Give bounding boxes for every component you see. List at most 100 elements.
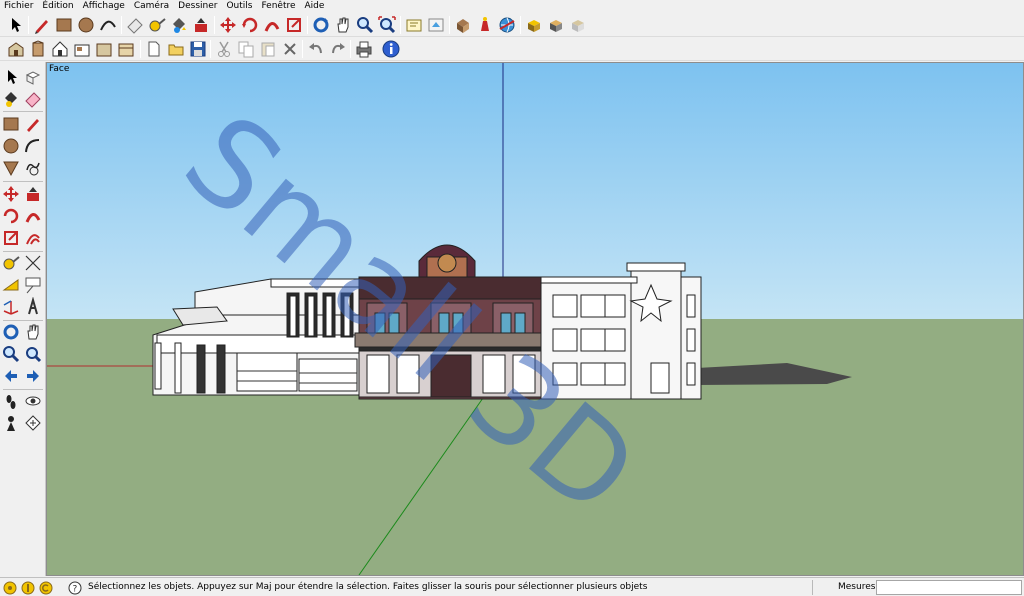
eraser-tool-button[interactable] (125, 15, 145, 35)
measures-input[interactable] (876, 580, 1022, 595)
delete-button[interactable] (280, 39, 300, 59)
zoom-extents-button[interactable] (377, 15, 397, 35)
rectangle-tool-button[interactable] (54, 15, 74, 35)
left-orbit-button[interactable] (1, 322, 21, 342)
print-button[interactable] (354, 39, 374, 59)
iso-view-button[interactable] (6, 39, 26, 59)
move-tool-button[interactable] (218, 15, 238, 35)
next-icon (27, 370, 39, 382)
tape-measure-button[interactable] (147, 15, 167, 35)
menu-edition[interactable]: Édition (42, 0, 73, 13)
scale-tool-button[interactable] (284, 15, 304, 35)
open-button[interactable] (166, 39, 186, 59)
undo-button[interactable] (306, 39, 326, 59)
left-scale-button[interactable] (1, 228, 21, 248)
place-model-button[interactable] (497, 15, 517, 35)
back-view-icon (96, 43, 112, 57)
share-model-button[interactable] (475, 15, 495, 35)
left-freehand-button[interactable] (23, 158, 43, 178)
new-button[interactable] (144, 39, 164, 59)
paint-bucket-button[interactable] (169, 15, 189, 35)
materials-button[interactable] (568, 15, 588, 35)
menu-dessiner[interactable]: Dessiner (178, 0, 217, 13)
help-icon[interactable]: ? (68, 581, 82, 595)
get-models-button[interactable] (453, 15, 473, 35)
left-lookaround-button[interactable] (23, 391, 43, 411)
left-eraser-button[interactable] (23, 89, 43, 109)
left-section-button[interactable] (23, 413, 43, 433)
left-next-button[interactable] (23, 366, 43, 386)
left-arc-button[interactable] (23, 136, 43, 156)
back-view-button[interactable] (94, 39, 114, 59)
left-text-button[interactable] (23, 275, 43, 295)
save-button[interactable] (188, 39, 208, 59)
menu-aide[interactable]: Aide (305, 0, 325, 13)
menu-fenetre[interactable]: Fenêtre (261, 0, 295, 13)
rectangle-icon (56, 18, 72, 32)
left-pan-button[interactable] (23, 322, 43, 342)
pushpull-tool-button[interactable] (191, 15, 211, 35)
zoom-tool-button[interactable] (355, 15, 375, 35)
left-prev-button[interactable] (1, 366, 21, 386)
follow-me-icon (25, 213, 41, 223)
left-pushpull-button[interactable] (23, 184, 43, 204)
cut-button[interactable] (214, 39, 234, 59)
left-move-button[interactable] (1, 184, 21, 204)
left-position-camera-button[interactable] (1, 413, 21, 433)
pencil-tool-button[interactable] (32, 15, 52, 35)
orbit-tool-button[interactable] (311, 15, 331, 35)
left-protractor-button[interactable] (1, 275, 21, 295)
left-axes-button[interactable] (1, 297, 21, 317)
follow-me-button[interactable] (262, 15, 282, 35)
scene-tab-label[interactable]: Face (49, 64, 69, 74)
copy-button[interactable] (236, 39, 256, 59)
paste-button[interactable] (258, 39, 278, 59)
pan-tool-button[interactable] (333, 15, 353, 35)
move-icon (3, 186, 19, 202)
left-paint-button[interactable] (1, 89, 21, 109)
left-zoom-window-button[interactable] (23, 344, 43, 364)
arc-tool-button[interactable] (98, 15, 118, 35)
left-rectangle-button[interactable] (1, 114, 21, 134)
left-select-button[interactable] (1, 67, 21, 87)
left-pencil-button[interactable] (23, 114, 43, 134)
look-around-icon (25, 396, 41, 406)
left-polygon-button[interactable] (1, 158, 21, 178)
copyright-icon[interactable] (39, 581, 53, 595)
right-view-button[interactable] (72, 39, 92, 59)
left-dimension-button[interactable] (23, 253, 43, 273)
top-view-button[interactable] (28, 39, 48, 59)
left-offset-button[interactable] (23, 228, 43, 248)
model-info-button[interactable] (381, 39, 401, 59)
components-button[interactable] (524, 15, 544, 35)
previous-view-button[interactable] (404, 15, 424, 35)
circle-tool-button[interactable] (76, 15, 96, 35)
previous-view-icon (406, 19, 422, 32)
redo-button[interactable] (328, 39, 348, 59)
rotate-tool-button[interactable] (240, 15, 260, 35)
left-zoom-button[interactable] (1, 344, 21, 364)
left-walk-button[interactable] (1, 391, 21, 411)
left-view-button[interactable] (116, 39, 136, 59)
geo-location-icon[interactable] (3, 581, 17, 595)
3d-viewport[interactable]: Small 3D Face (46, 62, 1024, 576)
menu-fichier[interactable]: Fichier (4, 0, 33, 13)
select-icon (8, 70, 17, 84)
redo-icon (332, 43, 345, 54)
select-tool-button[interactable] (6, 15, 26, 35)
zoom-icon (357, 17, 374, 34)
left-component-button[interactable] (23, 67, 43, 87)
menu-camera[interactable]: Caméra (134, 0, 169, 13)
styles-button[interactable] (546, 15, 566, 35)
menu-outils[interactable]: Outils (226, 0, 252, 13)
left-circle-button[interactable] (1, 136, 21, 156)
front-view-button[interactable] (50, 39, 70, 59)
warehouse-button[interactable] (426, 15, 446, 35)
left-tape-button[interactable] (1, 253, 21, 273)
left-rotate-button[interactable] (1, 206, 21, 226)
left-followme-button[interactable] (23, 206, 43, 226)
credits-icon[interactable] (21, 581, 35, 595)
menu-affichage[interactable]: Affichage (83, 0, 125, 13)
left-3dtext-button[interactable] (23, 297, 43, 317)
copy-icon (238, 41, 254, 58)
